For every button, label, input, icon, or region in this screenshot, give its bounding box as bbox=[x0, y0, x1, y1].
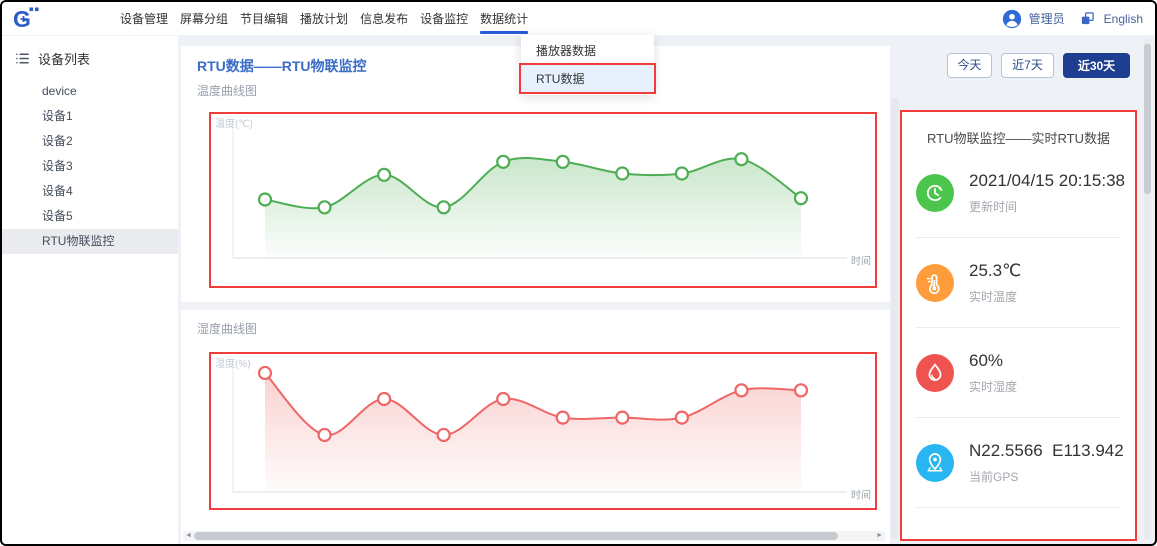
humidity-value: 60% bbox=[969, 351, 1017, 371]
map-pin-icon bbox=[916, 444, 954, 482]
vertical-scrollbar-right[interactable] bbox=[1144, 38, 1151, 540]
update-time-label: 更新时间 bbox=[969, 198, 1125, 215]
temperature-chart[interactable]: 温度(℃) 时间 bbox=[209, 112, 877, 288]
dropdown-item-rtu-data[interactable]: RTU数据 bbox=[521, 65, 654, 93]
nav-item-device-monitor[interactable]: 设备监控 bbox=[414, 3, 474, 35]
last7days-button[interactable]: 近7天 bbox=[1001, 53, 1054, 78]
avatar-icon[interactable] bbox=[1002, 9, 1022, 29]
device-sidebar: 设备列表 device 设备1 设备2 设备3 设备4 设备5 RTU物联监控 bbox=[2, 36, 178, 544]
thermometer-icon bbox=[916, 264, 954, 302]
humidity-row: 60% 实时湿度 bbox=[916, 328, 1121, 418]
humidity-label: 实时湿度 bbox=[969, 378, 1017, 395]
data-statistics-dropdown: 播放器数据 RTU数据 bbox=[521, 35, 654, 95]
nav-item-program-edit[interactable]: 节目编辑 bbox=[234, 3, 294, 35]
page-title: RTU数据——RTU物联监控 bbox=[197, 56, 367, 76]
nav-item-info-publish[interactable]: 信息发布 bbox=[354, 3, 414, 35]
sidebar-header: 设备列表 bbox=[2, 36, 178, 79]
temperature-row: 25.3℃ 实时温度 bbox=[916, 238, 1121, 328]
sidebar-item-device4[interactable]: 设备4 bbox=[2, 179, 178, 204]
horizontal-scrollbar-thumb[interactable] bbox=[194, 532, 838, 540]
temperature-value: 25.3℃ bbox=[969, 261, 1021, 281]
clock-refresh-icon bbox=[916, 174, 954, 212]
today-button[interactable]: 今天 bbox=[947, 53, 992, 78]
svg-text:湿度(%): 湿度(%) bbox=[215, 357, 251, 370]
scroll-right-arrow-icon[interactable]: ► bbox=[876, 531, 883, 541]
top-navbar: G 设备管理 屏幕分组 节目编辑 播放计划 信息发布 设备监控 数据统计 管理员 bbox=[2, 2, 1155, 36]
temperature-section-label: 温度曲线图 bbox=[197, 82, 257, 99]
realtime-rtu-panel: RTU物联监控——实时RTU数据 2021/04/15 20:15:38 更新时… bbox=[900, 110, 1137, 541]
gps-row: N22.5566 E113.942 当前GPS bbox=[916, 418, 1121, 508]
sidebar-item-device1[interactable]: 设备1 bbox=[2, 104, 178, 129]
update-time-value: 2021/04/15 20:15:38 bbox=[969, 171, 1125, 191]
water-drop-icon bbox=[916, 354, 954, 392]
sidebar-title: 设备列表 bbox=[38, 49, 90, 68]
app-window: G 设备管理 屏幕分组 节目编辑 播放计划 信息发布 设备监控 数据统计 管理员 bbox=[0, 0, 1157, 546]
humidity-chart[interactable]: 湿度(%) 时间 bbox=[209, 352, 877, 510]
section-divider bbox=[181, 302, 890, 310]
vertical-scrollbar-middle[interactable] bbox=[891, 98, 899, 539]
svg-text:时间: 时间 bbox=[851, 489, 871, 502]
realtime-panel-title: RTU物联监控——实时RTU数据 bbox=[916, 112, 1121, 148]
nav-item-screen-group[interactable]: 屏幕分组 bbox=[174, 3, 234, 35]
main-content: RTU数据——RTU物联监控 温度曲线图 温度(℃) 时间 湿度曲线图 湿度(%)… bbox=[181, 46, 890, 544]
sidebar-item-device5[interactable]: 设备5 bbox=[2, 204, 178, 229]
main-nav: 设备管理 屏幕分组 节目编辑 播放计划 信息发布 设备监控 数据统计 bbox=[114, 3, 534, 35]
language-switch[interactable]: English bbox=[1104, 12, 1143, 26]
sidebar-item-device2[interactable]: 设备2 bbox=[2, 129, 178, 154]
translate-icon[interactable] bbox=[1080, 11, 1095, 26]
svg-text:温度(℃): 温度(℃) bbox=[215, 117, 253, 130]
nav-item-device-manage[interactable]: 设备管理 bbox=[114, 3, 174, 35]
gps-label: 当前GPS bbox=[969, 468, 1124, 485]
current-user-label[interactable]: 管理员 bbox=[1029, 10, 1065, 27]
horizontal-scrollbar[interactable]: ◄ ► bbox=[183, 531, 885, 541]
temperature-label: 实时温度 bbox=[969, 288, 1021, 305]
last30days-button[interactable]: 近30天 bbox=[1063, 53, 1130, 78]
sidebar-item-device3[interactable]: 设备3 bbox=[2, 154, 178, 179]
scroll-left-arrow-icon[interactable]: ◄ bbox=[185, 531, 192, 541]
nav-item-data-statistics[interactable]: 数据统计 bbox=[474, 3, 534, 35]
humidity-section-label: 湿度曲线图 bbox=[197, 320, 257, 337]
header-right: 管理员 English bbox=[1002, 9, 1143, 29]
nav-item-play-plan[interactable]: 播放计划 bbox=[294, 3, 354, 35]
sidebar-item-device[interactable]: device bbox=[2, 79, 178, 104]
update-time-row: 2021/04/15 20:15:38 更新时间 bbox=[916, 148, 1121, 238]
svg-text:时间: 时间 bbox=[851, 255, 871, 268]
brand-logo-icon[interactable]: G bbox=[12, 6, 44, 32]
vertical-scrollbar-thumb[interactable] bbox=[1144, 44, 1151, 194]
dropdown-item-player-data[interactable]: 播放器数据 bbox=[521, 37, 654, 65]
sidebar-item-rtu-monitor[interactable]: RTU物联监控 bbox=[2, 229, 178, 254]
list-icon bbox=[15, 51, 30, 66]
gps-value: N22.5566 E113.942 bbox=[969, 441, 1124, 461]
